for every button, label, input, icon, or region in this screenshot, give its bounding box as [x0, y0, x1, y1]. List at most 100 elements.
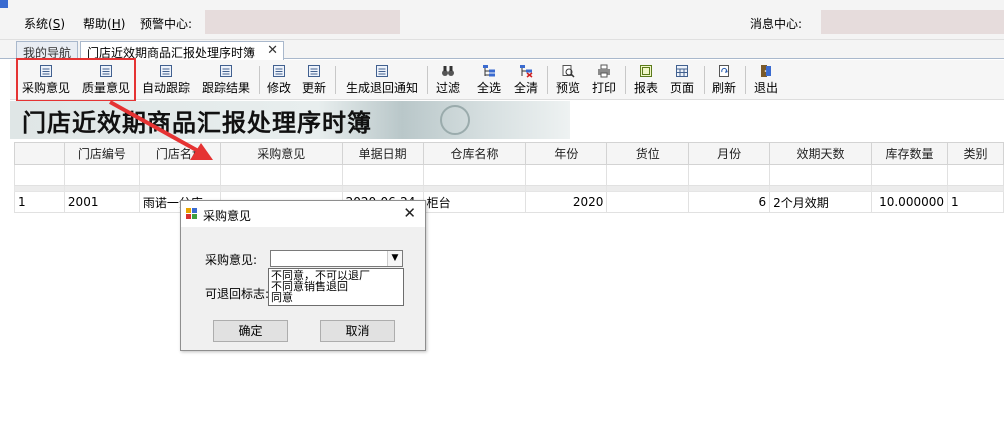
cell-store-code: 2001	[63, 191, 140, 213]
filter-cell[interactable]	[422, 164, 527, 186]
column-header-store-code[interactable]: 门店编号	[63, 142, 140, 165]
track-result-button[interactable]: 跟踪结果	[200, 64, 252, 98]
toolbar-separator	[259, 66, 260, 94]
button-label: 全清	[513, 81, 538, 95]
purchase-opinion-dialog: 采购意见 ✕ 采购意见: ▼ 不同意，不可以退厂 不同意销售退回 同意 可退回标…	[180, 200, 426, 351]
edit-button[interactable]: 修改	[265, 64, 293, 98]
tab-strip: 我的导航 门店近效期商品汇报处理序时簿 ✕	[0, 40, 1004, 60]
toolbar-separator	[625, 66, 626, 94]
message-center-panel[interactable]	[821, 10, 1004, 34]
filter-cell[interactable]	[138, 164, 221, 186]
clear-all-button[interactable]: 全清	[512, 64, 540, 98]
list-option[interactable]: 同意	[271, 292, 293, 303]
exit-icon	[761, 65, 771, 77]
column-header-category[interactable]: 类别	[947, 142, 1004, 165]
column-header-month[interactable]: 月份	[688, 142, 771, 165]
cell-stock-qty: 10.000000	[871, 191, 948, 213]
form-icon	[273, 65, 285, 77]
banner-decoration	[440, 105, 470, 135]
column-header-purchase-opinion[interactable]: 采购意见	[219, 142, 343, 165]
filter-cell[interactable]	[63, 164, 140, 186]
button-label: 预览	[555, 81, 580, 95]
exit-button[interactable]: 退出	[752, 64, 780, 98]
toolbar-separator	[427, 66, 428, 94]
button-label: 自动跟踪	[141, 81, 190, 95]
button-label: 报表	[633, 81, 658, 95]
filter-cell[interactable]	[341, 164, 424, 186]
select-all-button[interactable]: 全选	[475, 64, 503, 98]
form-icon	[376, 65, 388, 77]
form-icon	[160, 65, 172, 77]
filter-row	[14, 164, 1004, 186]
page-banner: 门店近效期商品汇报处理序时簿	[10, 101, 570, 139]
page-button[interactable]: 页面	[668, 64, 696, 98]
menu-system[interactable]: 系统(S)	[24, 15, 65, 32]
generate-return-notice-button[interactable]: 生成退回通知	[343, 64, 421, 98]
cell-expiry-days: 2个月效期	[769, 191, 873, 213]
close-icon[interactable]: ✕	[403, 204, 416, 222]
button-label: 修改	[266, 81, 291, 95]
column-header-year[interactable]: 年份	[525, 142, 608, 165]
auto-track-button[interactable]: 自动跟踪	[140, 64, 192, 98]
filter-cell[interactable]	[688, 164, 771, 186]
chevron-down-icon[interactable]: ▼	[387, 251, 402, 266]
dialog-title: 采购意见	[203, 209, 252, 223]
filter-cell[interactable]	[769, 164, 873, 186]
form-icon	[220, 65, 232, 77]
filter-cell[interactable]	[525, 164, 608, 186]
app-icon	[0, 0, 8, 8]
returnable-flag-label: 可退回标志:	[205, 287, 270, 301]
button-label: 生成退回通知	[345, 81, 418, 95]
filter-cell[interactable]	[219, 164, 343, 186]
highlight-box	[16, 58, 136, 102]
button-label: 跟踪结果	[201, 81, 250, 95]
message-center-label: 消息中心:	[750, 17, 803, 31]
cell-location	[606, 191, 690, 213]
report-icon	[640, 65, 652, 77]
button-label: 更新	[301, 81, 326, 95]
grid-header-row: 门店编号 门店名称 采购意见 单据日期 仓库名称 年份 货位 月份 效期天数 库…	[14, 142, 1004, 165]
tree-clear-icon	[520, 65, 533, 78]
print-button[interactable]: 打印	[590, 64, 618, 98]
refresh-icon	[719, 65, 729, 77]
dialog-title-bar[interactable]: 采购意见 ✕	[181, 201, 425, 227]
report-button[interactable]: 报表	[632, 64, 660, 98]
column-header-warehouse-name[interactable]: 仓库名称	[422, 142, 527, 165]
column-header-store-name[interactable]: 门店名称	[138, 142, 221, 165]
button-label: 退出	[753, 81, 778, 95]
cell-warehouse-name: 柜台	[422, 191, 527, 213]
button-label: 过滤	[435, 81, 460, 95]
cell-category: 1	[947, 191, 1004, 213]
alert-center-panel[interactable]	[205, 10, 400, 34]
toolbar-separator	[704, 66, 705, 94]
page-icon	[676, 65, 688, 77]
column-header-stock-qty[interactable]: 库存数量	[871, 142, 948, 165]
purchase-opinion-dropdown-list: 不同意，不可以退厂 不同意销售退回 同意	[268, 268, 404, 306]
filter-cell[interactable]	[871, 164, 948, 186]
column-header-rownum[interactable]	[14, 142, 65, 165]
filter-cell[interactable]	[14, 164, 65, 186]
data-grid: 门店编号 门店名称 采购意见 单据日期 仓库名称 年份 货位 月份 效期天数 库…	[14, 142, 1004, 213]
table-row[interactable]: 1 2001 雨诺一分店 2020-06-24 柜台 2020 6 2个月效期 …	[14, 191, 1004, 213]
toolbar: 采购意见 质量意见 自动跟踪 跟踪结果 修改 更新 生成退回通知 过滤 全选 全…	[10, 60, 1004, 100]
cancel-button[interactable]: 取消	[320, 320, 395, 342]
toolbar-separator	[547, 66, 548, 94]
page-title: 门店近效期商品汇报处理序时簿	[22, 108, 372, 137]
filter-cell[interactable]	[947, 164, 1004, 186]
preview-button[interactable]: 预览	[554, 64, 582, 98]
cell-month: 6	[688, 191, 771, 213]
filter-button[interactable]: 过滤	[434, 64, 462, 98]
close-icon[interactable]: ✕	[267, 43, 278, 58]
filter-cell[interactable]	[606, 164, 690, 186]
purchase-opinion-combo[interactable]: ▼	[270, 250, 403, 267]
app-window-icon	[186, 208, 197, 219]
update-button[interactable]: 更新	[300, 64, 328, 98]
ok-button[interactable]: 确定	[213, 320, 288, 342]
column-header-doc-date[interactable]: 单据日期	[341, 142, 424, 165]
column-header-location[interactable]: 货位	[606, 142, 690, 165]
button-label: 全选	[476, 81, 501, 95]
tree-icon	[483, 65, 495, 77]
refresh-button[interactable]: 刷新	[710, 64, 738, 98]
column-header-expiry-days[interactable]: 效期天数	[769, 142, 873, 165]
menu-help[interactable]: 帮助(H)	[83, 15, 125, 32]
